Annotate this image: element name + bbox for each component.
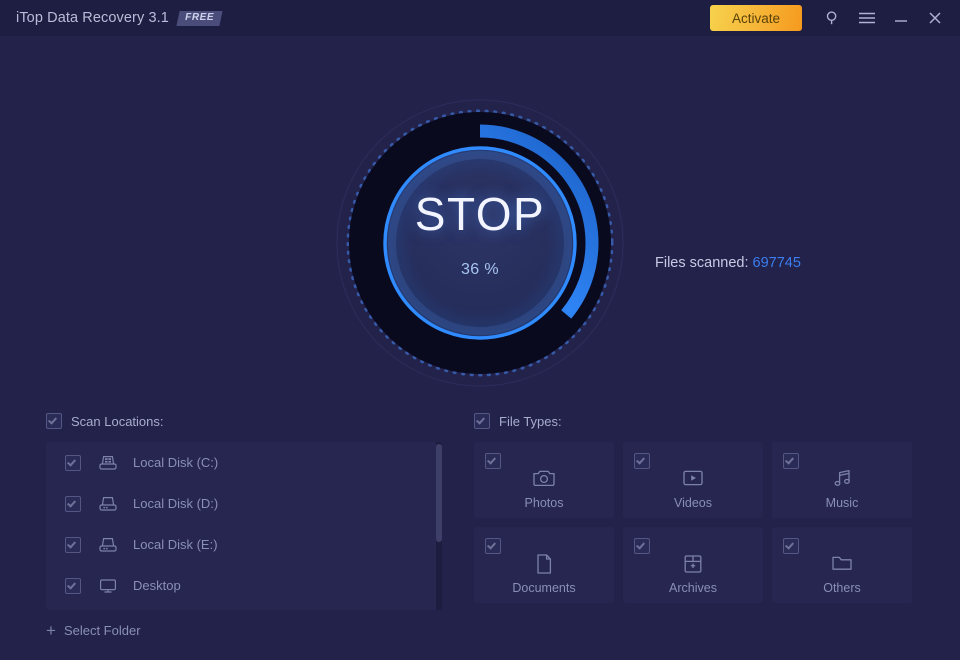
file-type-checkbox[interactable] (783, 538, 799, 554)
location-label: Desktop (133, 578, 181, 593)
file-type-label: Others (823, 581, 861, 595)
folder-icon (772, 553, 912, 573)
scan-locations-header: Scan Locations: (46, 410, 442, 432)
file-type-card-archives[interactable]: Archives (623, 527, 763, 603)
file-type-label: Music (825, 496, 859, 510)
scrollbar-track[interactable] (436, 442, 442, 610)
search-icon[interactable] (816, 3, 850, 33)
menu-icon[interactable] (850, 3, 884, 33)
file-type-checkbox[interactable] (485, 538, 501, 554)
file-types-select-all-checkbox[interactable] (474, 413, 490, 429)
free-badge-label: FREE (185, 11, 215, 23)
windows-drive-icon (98, 453, 118, 473)
location-checkbox[interactable] (65, 495, 81, 512)
file-type-checkbox[interactable] (783, 453, 799, 469)
monitor-icon (98, 576, 118, 596)
minimize-icon[interactable] (884, 3, 918, 33)
file-type-card-videos[interactable]: Videos (623, 442, 763, 518)
drive-icon (98, 535, 118, 555)
file-types-grid: Photos Videos Music Documents Archives O… (474, 442, 914, 603)
file-type-checkbox[interactable] (634, 453, 650, 469)
files-scanned: Files scanned: 697745 (655, 255, 801, 271)
file-type-checkbox[interactable] (485, 453, 501, 469)
location-checkbox[interactable] (65, 536, 81, 553)
stop-scan-button[interactable]: STOP 36 % (335, 98, 625, 388)
activate-button[interactable]: Activate (709, 5, 802, 31)
location-label: Local Disk (D:) (133, 496, 219, 511)
document-icon (474, 553, 614, 575)
scan-progress-dial: STOP 36 % (335, 98, 625, 388)
titlebar: iTop Data Recovery 3.1 FREE Activate (0, 0, 960, 36)
location-checkbox[interactable] (65, 454, 81, 471)
free-badge: FREE (176, 10, 223, 26)
plus-icon: + (46, 621, 56, 640)
file-types-header: File Types: (474, 410, 914, 432)
list-item[interactable]: Local Disk (C:) (46, 442, 442, 483)
list-item[interactable]: Local Disk (D:) (46, 483, 442, 524)
app-title: iTop Data Recovery 3.1 (16, 10, 169, 26)
list-item[interactable]: Local Disk (E:) (46, 524, 442, 565)
music-note-icon (772, 468, 912, 488)
camera-icon (474, 468, 614, 488)
select-folder-label: Select Folder (63, 623, 141, 638)
stop-label: STOP (414, 188, 546, 240)
scan-locations-list: Local Disk (C:) Local Disk (D:) Local Di… (46, 442, 442, 610)
file-type-label: Archives (669, 581, 717, 595)
file-type-card-music[interactable]: Music (772, 442, 912, 518)
file-type-card-others[interactable]: Others (772, 527, 912, 603)
scan-locations-panel: Scan Locations: Local Disk (C:) Local Di… (46, 410, 442, 639)
file-type-card-photos[interactable]: Photos (474, 442, 614, 518)
scrollbar-thumb[interactable] (436, 444, 442, 542)
location-label: Local Disk (E:) (133, 537, 218, 552)
drive-icon (98, 494, 118, 514)
scan-locations-header-label: Scan Locations: (71, 413, 164, 429)
file-type-label: Videos (674, 496, 712, 510)
file-types-header-label: File Types: (499, 413, 562, 429)
video-icon (623, 468, 763, 488)
file-type-label: Documents (512, 581, 576, 595)
file-types-panel: File Types: Photos Videos Music Document… (474, 410, 914, 603)
progress-percent-label: 36 % (460, 261, 500, 278)
location-label: Local Disk (C:) (133, 455, 219, 470)
close-icon[interactable] (918, 3, 952, 33)
scan-locations-select-all-checkbox[interactable] (46, 413, 62, 429)
select-folder-button[interactable]: + Select Folder (46, 622, 141, 639)
location-checkbox[interactable] (65, 577, 81, 594)
files-scanned-count: 697745 (752, 255, 801, 271)
list-item[interactable]: Desktop (46, 565, 442, 606)
file-type-card-documents[interactable]: Documents (474, 527, 614, 603)
file-type-checkbox[interactable] (634, 538, 650, 554)
file-type-label: Photos (524, 496, 564, 510)
scan-progress-area: STOP 36 % Files scanned: 697745 (0, 36, 960, 396)
bottom-panels: Scan Locations: Local Disk (C:) Local Di… (0, 400, 960, 660)
files-scanned-label: Files scanned: (655, 255, 749, 271)
archive-box-icon (623, 553, 763, 575)
